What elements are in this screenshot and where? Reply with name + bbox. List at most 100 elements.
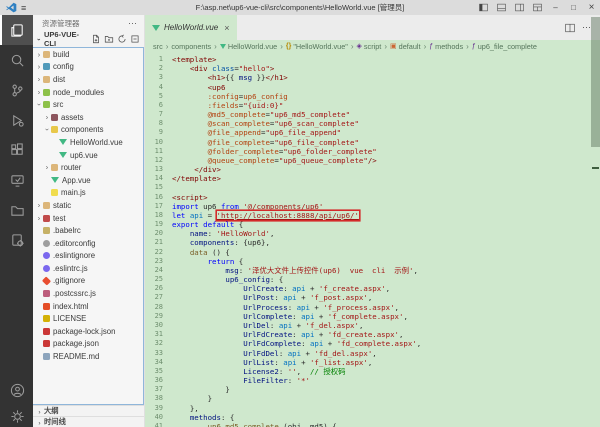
code-line[interactable]: 33 UrlFdDel: api + 'fd_del.aspx', (145, 349, 600, 358)
code-line[interactable]: 41 up6_md5_complete (obj, md5) { (145, 422, 600, 427)
search-icon[interactable] (0, 45, 33, 75)
tree-item--babelrc[interactable]: .babelrc (33, 224, 143, 237)
tab-close-icon[interactable]: × (224, 23, 229, 33)
breadcrumb-item[interactable]: ◈script (357, 42, 382, 51)
code-line[interactable]: 10 @file_complete="up6_file_complete" (145, 138, 600, 147)
editor-scrollbar[interactable] (591, 15, 600, 427)
tree-item-app-vue[interactable]: App.vue (33, 174, 143, 187)
breadcrumb-item[interactable]: ƒmethods (429, 42, 463, 51)
extensions-icon[interactable] (0, 135, 33, 165)
code-line[interactable]: 23 return { (145, 257, 600, 266)
code-line[interactable]: 31 UrlFdCreate: api + 'fd_create.aspx', (145, 330, 600, 339)
code-line[interactable]: 18let api = 'http://localhost:8888/api/u… (145, 211, 600, 220)
code-line[interactable]: 21 components: {up6}, (145, 238, 600, 247)
minimize-button[interactable]: – (547, 0, 564, 15)
scrollbar-thumb[interactable] (591, 17, 600, 147)
breadcrumb-item[interactable]: HelloWorld.vue (220, 42, 277, 51)
code-line[interactable]: 22 data () { (145, 248, 600, 257)
tree-item-main-js[interactable]: main.js (33, 187, 143, 200)
tree-item-index-html[interactable]: index.html (33, 300, 143, 313)
tree-item-package-json[interactable]: package.json (33, 338, 143, 351)
toggle-panel-icon[interactable] (493, 0, 510, 15)
code-line[interactable]: 12 @queue_complete="up6_queue_complete"/… (145, 156, 600, 165)
tree-item-assets[interactable]: ›assets (33, 111, 143, 124)
tree-item-helloworld-vue[interactable]: HelloWorld.vue (33, 136, 143, 149)
breadcrumb-item[interactable]: {}"HelloWorld.vue" (286, 42, 348, 51)
refresh-icon[interactable] (117, 34, 127, 44)
code-line[interactable]: 40 methods: { (145, 413, 600, 422)
code-line[interactable]: 34 UrlList: api + 'f_list.aspx', (145, 358, 600, 367)
tree-item-dist[interactable]: ›dist (33, 73, 143, 86)
new-folder-icon[interactable] (104, 34, 114, 44)
new-file-icon[interactable] (91, 34, 101, 44)
explorer-more-icon[interactable]: ⋯ (128, 18, 138, 29)
tree-item-config[interactable]: ›config (33, 61, 143, 74)
tree-item-router[interactable]: ›router (33, 161, 143, 174)
code-line[interactable]: 1<template> (145, 55, 600, 64)
project-root-row[interactable]: › UP6-VUE-CLI (33, 31, 144, 47)
code-line[interactable]: 27 UrlPost: api + 'f_post.aspx', (145, 293, 600, 302)
tree-item-package-lock-json[interactable]: package-lock.json (33, 325, 143, 338)
code-line[interactable]: 2 <div class="hello"> (145, 64, 600, 73)
code-line[interactable]: 36 FileFilter: '*' (145, 376, 600, 385)
code-line[interactable]: 8 @scan_complete="up6_scan_complete" (145, 119, 600, 128)
menu-icon[interactable]: ≡ (21, 3, 26, 13)
explorer-icon[interactable] (0, 15, 33, 45)
code-line[interactable]: 37 } (145, 385, 600, 394)
tree-item-components[interactable]: ›components (33, 124, 143, 137)
code-line[interactable]: 39 }, (145, 404, 600, 413)
run-debug-icon[interactable] (0, 105, 33, 135)
folder-tool-icon[interactable] (0, 195, 33, 225)
customize-layout-icon[interactable] (529, 0, 546, 15)
code-line[interactable]: 14</template> (145, 174, 600, 183)
code-line[interactable]: 26 UrlCreate: api + 'f_create.aspx', (145, 284, 600, 293)
file-gear-icon[interactable] (0, 225, 33, 255)
code-line[interactable]: 9 @file_append="up6_file_append" (145, 128, 600, 137)
tree-item-build[interactable]: ›build (33, 48, 143, 61)
close-button[interactable]: × (583, 0, 600, 15)
code-line[interactable]: 6 :fields="{uid:0}" (145, 101, 600, 110)
tree-item-license[interactable]: LICENSE (33, 312, 143, 325)
maximize-button[interactable]: □ (565, 0, 582, 15)
collapse-all-icon[interactable] (130, 34, 140, 44)
tab-helloworld-vue[interactable]: HelloWorld.vue × (145, 15, 237, 40)
tree-item--eslintignore[interactable]: .eslintignore (33, 250, 143, 263)
account-icon[interactable] (0, 375, 33, 405)
tree-item--eslintrc-js[interactable]: .eslintrc.js (33, 262, 143, 275)
breadcrumb-item[interactable]: components (171, 42, 211, 51)
code-line[interactable]: 35 License2: '', // 授权码 (145, 367, 600, 376)
tree-item-up6-vue[interactable]: up6.vue (33, 149, 143, 162)
code-line[interactable]: 29 UrlComplete: api + 'f_complete.aspx', (145, 312, 600, 321)
tree-item-readme-md[interactable]: README.md (33, 350, 143, 363)
code-line[interactable]: 16<script> (145, 193, 600, 202)
code-line[interactable]: 25 up6_config: { (145, 275, 600, 284)
split-editor-icon[interactable] (565, 23, 575, 33)
tree-item--gitignore[interactable]: .gitignore (33, 275, 143, 288)
code-line[interactable]: 19export default { (145, 220, 600, 229)
breadcrumb-item[interactable]: ƒup6_file_complete (472, 42, 537, 51)
code-line[interactable]: 32 UrlFdComplete: api + 'fd_complete.asp… (145, 339, 600, 348)
toggle-secondary-sidebar-icon[interactable] (511, 0, 528, 15)
tree-item-src[interactable]: ›src (33, 98, 143, 111)
settings-gear-icon[interactable] (0, 405, 33, 427)
source-control-icon[interactable] (0, 75, 33, 105)
code-line[interactable]: 20 name: 'HelloWorld', (145, 229, 600, 238)
breadcrumb-item[interactable]: ▣default (390, 42, 421, 51)
tree-item-static[interactable]: ›static (33, 199, 143, 212)
code-line[interactable]: 15 (145, 183, 600, 192)
tree-item-node-modules[interactable]: ›node_modules (33, 86, 143, 99)
outline-section-header[interactable]: › 大纲 (33, 405, 144, 416)
timeline-section-header[interactable]: › 时间线 (33, 416, 144, 427)
code-line[interactable]: 11 @folder_complete="up6_folder_complete… (145, 147, 600, 156)
toggle-sidebar-icon[interactable] (475, 0, 492, 15)
monitor-check-icon[interactable] (0, 165, 33, 195)
code-line[interactable]: 4 <up6 (145, 83, 600, 92)
tree-item--editorconfig[interactable]: .editorconfig (33, 237, 143, 250)
tree-item-test[interactable]: ›test (33, 212, 143, 225)
code-area[interactable]: 1<template>2 <div class="hello">3 <h1>{{… (145, 53, 600, 427)
code-line[interactable]: 17import up6 from '@/components/up6' (145, 202, 600, 211)
code-line[interactable]: 28 UrlProcess: api + 'f_process.aspx', (145, 303, 600, 312)
code-line[interactable]: 7 @md5_complete="up6_md5_complete" (145, 110, 600, 119)
code-line[interactable]: 38 } (145, 394, 600, 403)
code-line[interactable]: 13 </div> (145, 165, 600, 174)
